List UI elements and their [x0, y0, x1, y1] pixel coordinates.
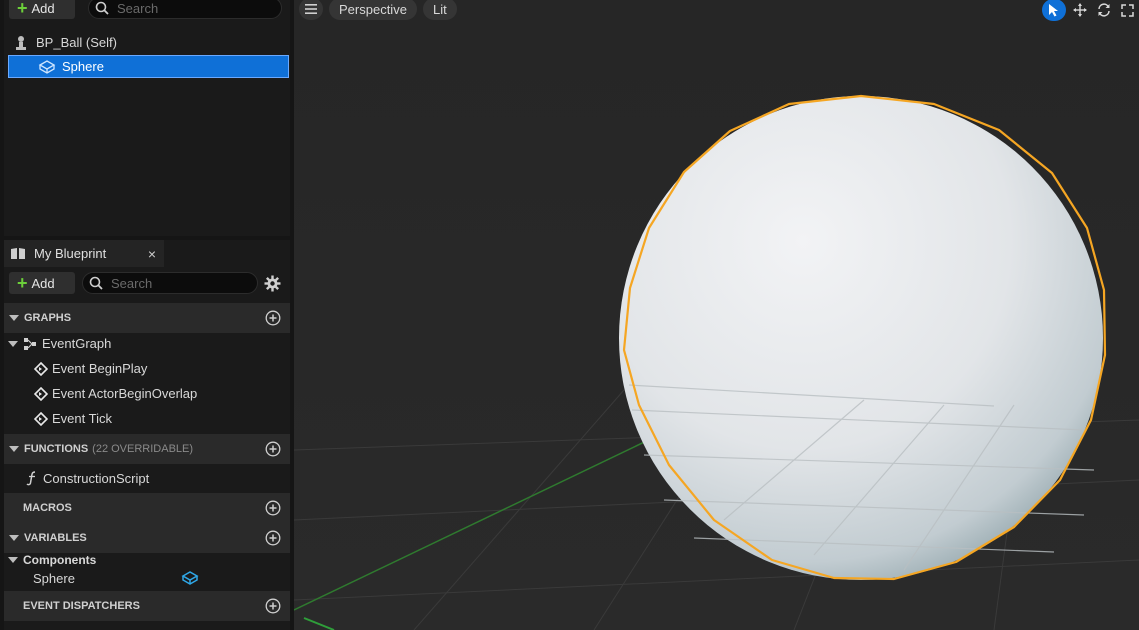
- static-mesh-type-icon: [181, 571, 199, 585]
- tree-item-sphere[interactable]: Sphere: [8, 55, 289, 78]
- category-label: Components: [23, 553, 97, 567]
- item-label: Event BeginPlay: [52, 361, 148, 376]
- lighting-mode-label: Lit: [433, 1, 447, 17]
- section-title: EVENT DISPATCHERS: [23, 600, 140, 612]
- search-icon: [89, 276, 103, 290]
- blueprint-search-input[interactable]: Search: [82, 272, 258, 294]
- tab-title: My Blueprint: [34, 246, 107, 261]
- graph-icon: [24, 337, 36, 350]
- section-variables[interactable]: VARIABLES: [4, 523, 290, 553]
- add-function-icon[interactable]: [265, 441, 281, 457]
- section-functions[interactable]: FUNCTIONS (22 OVERRIDABLE): [4, 434, 290, 464]
- select-mode-button[interactable]: [1042, 0, 1066, 21]
- tree-item-event-tick[interactable]: Event Tick: [34, 411, 112, 426]
- rotate-icon: [1098, 3, 1110, 17]
- item-label: EventGraph: [42, 336, 112, 351]
- gear-icon[interactable]: [264, 275, 281, 292]
- tree-item-label: Sphere: [62, 59, 104, 74]
- function-icon: [26, 471, 36, 486]
- item-label: Sphere: [33, 571, 75, 586]
- components-panel: + Add Search BP_Ball (Self) Sphere: [4, 0, 290, 236]
- level-viewport[interactable]: Perspective Lit: [294, 0, 1139, 630]
- rotate-mode-button[interactable]: [1092, 0, 1116, 21]
- tree-item-event-actorbeginoverlap[interactable]: Event ActorBeginOverlap: [34, 386, 197, 401]
- select-icon: [1049, 4, 1058, 17]
- lighting-mode-button[interactable]: Lit: [423, 0, 457, 20]
- search-placeholder: Search: [117, 0, 159, 16]
- add-label: Add: [31, 275, 55, 291]
- tree-item-event-beginplay[interactable]: Event BeginPlay: [34, 361, 147, 376]
- section-graphs[interactable]: GRAPHS: [4, 303, 290, 333]
- tree-item-eventgraph[interactable]: EventGraph: [8, 336, 111, 351]
- viewport-options-button[interactable]: [299, 0, 323, 20]
- translate-icon: [1073, 3, 1087, 17]
- variable-sphere[interactable]: Sphere: [33, 571, 203, 586]
- event-diamond-icon: [34, 361, 48, 376]
- collapse-arrow-icon: [9, 535, 19, 541]
- view-mode-button[interactable]: Perspective: [329, 0, 417, 20]
- item-label: ConstructionScript: [43, 470, 150, 486]
- maximize-viewport-button[interactable]: [1115, 0, 1139, 21]
- add-event-dispatcher-icon[interactable]: [265, 598, 281, 614]
- collapse-arrow-icon: [8, 340, 18, 347]
- section-event-dispatchers[interactable]: EVENT DISPATCHERS: [4, 591, 290, 621]
- item-label: Event ActorBeginOverlap: [52, 386, 198, 401]
- left-column: + Add Search BP_Ball (Self) Sphere My Bl…: [0, 0, 292, 630]
- section-macros[interactable]: MACROS: [4, 493, 290, 523]
- section-title: FUNCTIONS: [24, 443, 89, 455]
- search-placeholder: Search: [111, 275, 153, 291]
- section-subtitle: (22 OVERRIDABLE): [92, 443, 194, 455]
- collapse-arrow-icon: [9, 315, 19, 321]
- add-graph-icon[interactable]: [265, 310, 281, 326]
- actor-pawn-icon: [16, 35, 26, 50]
- my-blueprint-panel: My Blueprint × + Add Search GRAPHS Event…: [4, 240, 290, 630]
- components-add-button[interactable]: + Add: [9, 0, 75, 19]
- item-label: Event Tick: [52, 411, 112, 426]
- collapse-arrow-icon: [8, 557, 18, 563]
- tree-item-bp-ball[interactable]: BP_Ball (Self): [8, 31, 289, 54]
- plus-icon: +: [17, 0, 28, 18]
- search-icon: [95, 1, 109, 15]
- translate-mode-button[interactable]: [1068, 0, 1092, 21]
- event-diamond-icon: [34, 386, 48, 401]
- viewport-scene: [294, 0, 1139, 630]
- plus-icon: +: [17, 273, 28, 293]
- view-mode-label: Perspective: [339, 1, 407, 17]
- book-icon: [11, 248, 25, 259]
- tab-my-blueprint[interactable]: My Blueprint ×: [4, 240, 164, 267]
- tree-item-constructionscript[interactable]: ConstructionScript: [24, 470, 149, 486]
- collapse-arrow-icon: [9, 446, 19, 452]
- event-diamond-icon: [34, 411, 48, 426]
- components-search-input[interactable]: Search: [88, 0, 282, 19]
- hamburger-menu-icon: [305, 4, 317, 14]
- blueprint-add-button[interactable]: + Add: [9, 272, 75, 294]
- add-label: Add: [31, 0, 55, 16]
- section-title: MACROS: [23, 502, 72, 514]
- add-macro-icon[interactable]: [265, 500, 281, 516]
- category-components[interactable]: Components: [8, 553, 96, 567]
- static-mesh-icon: [38, 59, 56, 74]
- section-title: GRAPHS: [24, 312, 72, 324]
- add-variable-icon[interactable]: [265, 530, 281, 546]
- maximize-icon: [1120, 3, 1134, 17]
- tree-item-label: BP_Ball (Self): [36, 35, 117, 50]
- close-icon[interactable]: ×: [148, 246, 156, 262]
- section-title: VARIABLES: [24, 532, 87, 544]
